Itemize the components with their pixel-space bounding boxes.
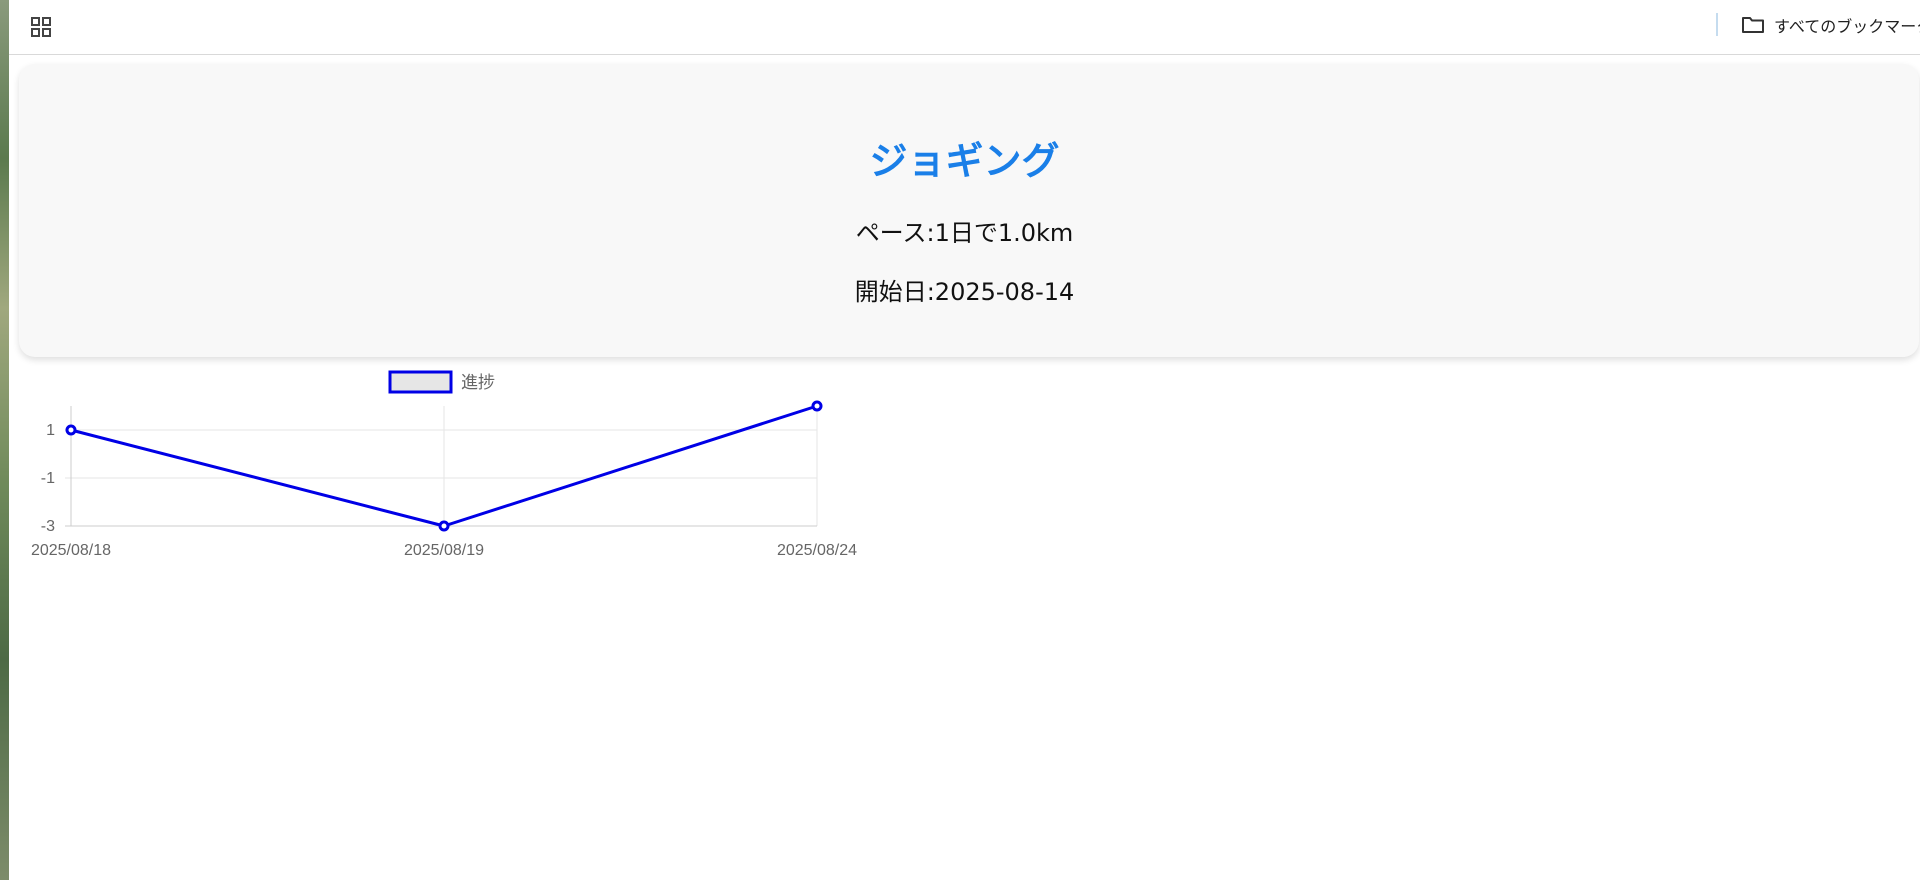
y-tick-label: -1	[41, 470, 55, 487]
folder-icon	[1741, 15, 1765, 35]
y-tick-label: -3	[41, 518, 55, 535]
legend-swatch	[388, 370, 453, 394]
apps-button[interactable]	[26, 12, 56, 42]
browser-window: すべてのブックマーク ジョギング ペース:1日で1.0km 開始日:2025-0…	[9, 0, 1920, 880]
bookmarks-separator	[1716, 13, 1718, 36]
all-bookmarks-label: すべてのブックマーク	[1774, 17, 1920, 36]
data-point	[65, 424, 77, 436]
x-tick-label: 2025/08/18	[31, 542, 111, 559]
x-tick-label: 2025/08/19	[404, 542, 484, 559]
goal-header-card	[19, 64, 1919, 357]
data-point	[811, 400, 823, 412]
legend-label: 進捗	[461, 373, 495, 392]
progress-chart-svg: 1 -1 -3 2025/08/18 2025/08/19 2025/08/24 進捗	[31, 370, 857, 559]
all-bookmarks-button[interactable]: すべてのブックマーク	[1741, 11, 1920, 39]
x-tick-label: 2025/08/24	[777, 542, 857, 559]
goal-title: ジョギング	[869, 139, 1060, 183]
y-tick-label: 1	[46, 422, 55, 439]
goal-pace: ペース:1日で1.0km	[855, 219, 1074, 247]
data-point	[438, 520, 450, 532]
bookmarks-bar: すべてのブックマーク	[9, 0, 1920, 55]
desktop-wallpaper-edge	[0, 0, 9, 880]
goal-start-date: 開始日:2025-08-14	[854, 278, 1075, 306]
progress-chart: 1 -1 -3 2025/08/18 2025/08/19 2025/08/24 進捗	[9, 362, 889, 572]
apps-grid-icon	[31, 17, 51, 37]
